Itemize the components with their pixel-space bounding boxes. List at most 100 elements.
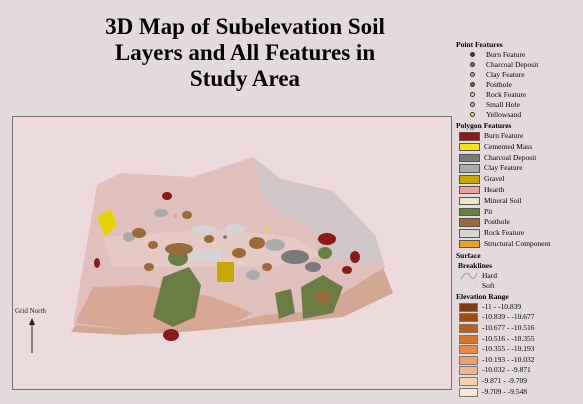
burn-feature xyxy=(162,192,172,200)
legend-item: Hearth xyxy=(456,185,581,196)
legend-item-label: Cemented Mass xyxy=(484,141,533,151)
legend-item: Clay Feature xyxy=(456,163,581,174)
burn-feature xyxy=(318,233,336,245)
legend-item: -11 - -10.839 xyxy=(456,302,581,313)
posthole-feature xyxy=(132,228,146,238)
legend-item-label: Rock Feature xyxy=(486,90,527,99)
point-feature-charcoal xyxy=(223,235,227,239)
terrain-3d-view xyxy=(71,157,393,341)
legend-elevation-list: -11 - -10.839 -10.839 - -10.677 -10.677 - … xyxy=(456,302,581,397)
point-marker-icon xyxy=(470,82,475,87)
legend-item-label: Gravel xyxy=(484,174,505,184)
point-feature-yellowsand xyxy=(265,227,269,231)
elevation-swatch xyxy=(459,334,478,344)
legend-item-label: Clay Feature xyxy=(484,163,523,173)
pit-feature xyxy=(318,247,332,259)
legend-item-label: Mineral Soil xyxy=(484,195,522,205)
point-marker-icon xyxy=(470,102,475,107)
legend-heading: Surface xyxy=(456,250,481,260)
point-marker-icon xyxy=(470,62,475,67)
legend-item: Pit xyxy=(456,207,581,218)
burn-feature xyxy=(163,329,179,341)
legend-heading: Polygon Features xyxy=(456,121,512,130)
polygon-swatch xyxy=(459,229,480,238)
legend-surface: Surface Breaklines Hard Soft xyxy=(456,251,581,291)
elevation-swatch xyxy=(459,302,478,312)
legend-item: Yellowsand xyxy=(456,110,581,120)
gravel-feature xyxy=(217,262,234,282)
posthole-feature xyxy=(148,241,158,249)
legend-item: Soft xyxy=(456,281,581,291)
polygon-swatch xyxy=(459,239,480,249)
legend-item: Burn Feature xyxy=(456,131,581,142)
legend-heading: Elevation Range xyxy=(456,291,509,301)
polygon-swatch xyxy=(459,196,480,206)
legend-item: Hard xyxy=(456,271,581,281)
point-marker-icon xyxy=(470,112,475,117)
legend-point-features: Point Features Burn Feature Charcoal Depo… xyxy=(456,40,581,120)
point-marker-icon xyxy=(470,92,475,97)
burn-feature xyxy=(342,266,352,274)
legend-item-label: -9.871 - -9.709 xyxy=(482,375,527,385)
legend-item-label: Burn Feature xyxy=(486,50,526,59)
legend-item-label: Hard xyxy=(482,270,497,280)
legend-item: Small Hole xyxy=(456,100,581,110)
legend-item-label: Pit xyxy=(484,206,493,216)
legend-item: Cemented Mass xyxy=(456,142,581,153)
rock-feature xyxy=(225,224,245,234)
posthole-feature xyxy=(144,263,154,271)
polygon-swatch xyxy=(459,142,480,152)
legend-item-label: -10.839 - -10.677 xyxy=(482,312,535,322)
legend-item: -9.871 - -9.709 xyxy=(456,376,581,387)
posthole-feature xyxy=(262,263,272,271)
posthole-feature xyxy=(204,235,214,243)
point-marker-icon xyxy=(470,52,475,57)
point-feature-small-hole xyxy=(173,214,177,218)
map-title: 3D Map of Subelevation Soil Layers and A… xyxy=(60,14,430,92)
posthole-feature xyxy=(232,248,246,258)
charcoal-feature xyxy=(305,262,321,272)
legend-item-label: -10.516 - -10.355 xyxy=(482,333,535,343)
burn-feature xyxy=(350,251,360,263)
elevation-swatch xyxy=(459,323,478,333)
polygon-swatch xyxy=(459,153,480,163)
breakline-icon xyxy=(460,282,478,290)
posthole-feature xyxy=(165,243,193,255)
polygon-swatch xyxy=(459,185,480,195)
rock-feature xyxy=(191,225,215,233)
legend-item-label: -9.709 - -9.548 xyxy=(482,386,527,396)
clay-feature xyxy=(265,239,285,251)
posthole-feature xyxy=(315,291,331,303)
legend-item: -10.355 - -10.193 xyxy=(456,344,581,355)
legend-item-label: -10.355 - -10.193 xyxy=(482,344,535,354)
point-marker-icon xyxy=(470,72,475,77)
elevation-swatch xyxy=(459,387,478,397)
legend-item: Structural Component xyxy=(456,239,581,250)
legend-heading: Point Features xyxy=(456,40,503,49)
map-title-line-1: 3D Map of Subelevation Soil xyxy=(105,14,385,39)
posthole-feature xyxy=(182,211,192,219)
legend-item-label: Posthole xyxy=(486,80,512,89)
legend-item: -10.677 - -10.516 xyxy=(456,323,581,334)
legend-item: -10.032 - -9.871 xyxy=(456,365,581,376)
rock-feature xyxy=(189,249,221,261)
legend-item-label: Structural Component xyxy=(484,238,551,248)
legend-item: Burn Feature xyxy=(456,50,581,60)
legend-item: Charcoal Deposit xyxy=(456,60,581,70)
legend-item-label: Posthole xyxy=(484,217,510,227)
legend-item: Posthole xyxy=(456,80,581,90)
legend-item-label: Charcoal Deposit xyxy=(484,152,537,162)
breakline-icon xyxy=(460,272,478,280)
posthole-feature xyxy=(249,237,265,249)
legend-item: Mineral Soil xyxy=(456,196,581,207)
legend-item-label: Rock Feature xyxy=(484,228,525,238)
legend-item: -10.516 - -10.355 xyxy=(456,334,581,345)
polygon-swatch xyxy=(459,207,480,217)
elevation-swatch xyxy=(459,313,478,323)
legend-elevation: Elevation Range -11 - -10.839 -10.839 - -… xyxy=(456,292,581,397)
polygon-swatch xyxy=(459,175,480,184)
legend-item: Charcoal Deposit xyxy=(456,153,581,164)
elevation-swatch xyxy=(459,355,478,365)
legend-item-label: Yellowsand xyxy=(486,110,522,119)
legend-item: Clay Feature xyxy=(456,70,581,80)
